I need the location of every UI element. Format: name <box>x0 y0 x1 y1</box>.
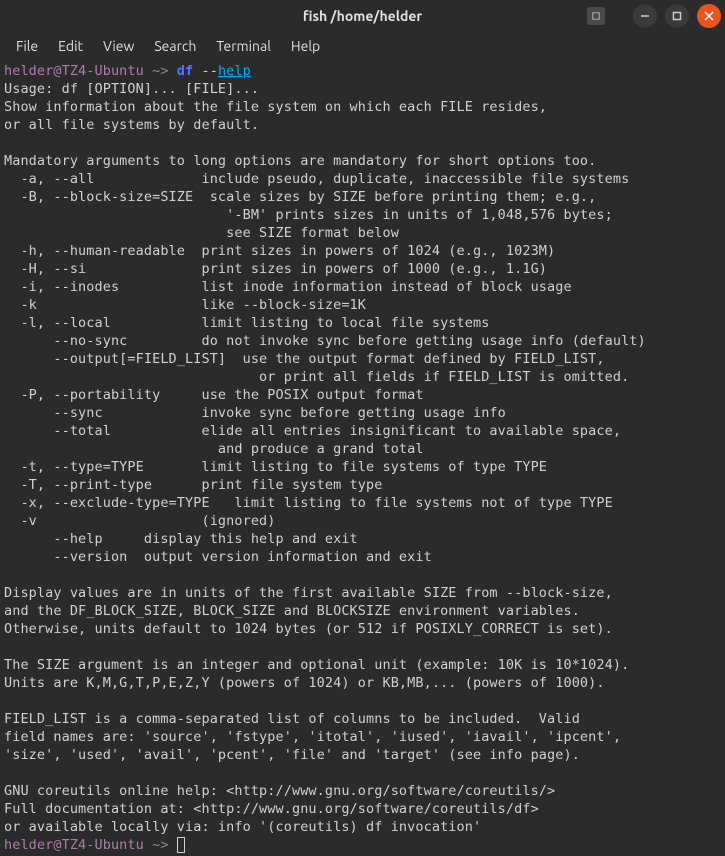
output-line: Show information about the file system o… <box>4 99 547 115</box>
command-name: df <box>177 63 193 79</box>
output-line: field names are: 'source', 'fstype', 'it… <box>4 729 621 745</box>
prompt2-separator: ~> <box>144 837 177 853</box>
output-line: -i, --inodes list inode information inst… <box>4 279 572 295</box>
output-line: Mandatory arguments to long options are … <box>4 153 596 169</box>
output-line: -h, --human-readable print sizes in powe… <box>4 243 555 259</box>
prompt-separator: ~> <box>144 63 177 79</box>
prompt2-user-host: helder@TZ4-Ubuntu <box>4 837 144 853</box>
output-line: --total elide all entries insignificant … <box>4 423 621 439</box>
output-line: Usage: df [OPTION]... [FILE]... <box>4 81 259 97</box>
flag-name: help <box>218 63 251 79</box>
output-line: Otherwise, units default to 1024 bytes (… <box>4 621 613 637</box>
output-line: and produce a grand total <box>4 441 424 457</box>
titlebar: fish /home/helder <box>0 0 725 32</box>
output-line: -v (ignored) <box>4 513 276 529</box>
output-line: see SIZE format below <box>4 225 399 241</box>
minimize-button[interactable] <box>633 4 657 28</box>
menu-search[interactable]: Search <box>144 34 206 58</box>
menu-edit[interactable]: Edit <box>48 34 93 58</box>
menu-terminal[interactable]: Terminal <box>206 34 281 58</box>
menu-file[interactable]: File <box>6 34 48 58</box>
flag-prefix: -- <box>193 63 218 79</box>
output-line: -H, --si print sizes in powers of 1000 (… <box>4 261 547 277</box>
output-line: --output[=FIELD_LIST] use the output for… <box>4 351 605 367</box>
close-button[interactable] <box>697 4 721 28</box>
output-line: --version output version information and… <box>4 549 432 565</box>
output-line: -P, --portability use the POSIX output f… <box>4 387 424 403</box>
output-line: -a, --all include pseudo, duplicate, ina… <box>4 171 629 187</box>
output-line: Display values are in units of the first… <box>4 585 613 601</box>
menu-help[interactable]: Help <box>281 34 330 58</box>
output-line: -k like --block-size=1K <box>4 297 366 313</box>
output-line: Full documentation at: <http://www.gnu.o… <box>4 801 539 817</box>
output-line: or available locally via: info '(coreuti… <box>4 819 481 835</box>
cursor <box>177 837 185 853</box>
output-line: -B, --block-size=SIZE scale sizes by SIZ… <box>4 189 596 205</box>
new-tab-dropdown[interactable] <box>587 7 605 25</box>
output-line: Units are K,M,G,T,P,E,Z,Y (powers of 102… <box>4 675 605 691</box>
output-line: -l, --local limit listing to local file … <box>4 315 489 331</box>
menu-view[interactable]: View <box>93 34 144 58</box>
output-line: The SIZE argument is an integer and opti… <box>4 657 629 673</box>
output-line: --sync invoke sync before getting usage … <box>4 405 506 421</box>
output-line: FIELD_LIST is a comma-separated list of … <box>4 711 580 727</box>
output-line: 'size', 'used', 'avail', 'pcent', 'file'… <box>4 747 580 763</box>
menubar: File Edit View Search Terminal Help <box>0 32 725 60</box>
window-controls <box>633 4 721 28</box>
output-line: or all file systems by default. <box>4 117 259 133</box>
prompt-user-host: helder@TZ4-Ubuntu <box>4 63 144 79</box>
terminal-content[interactable]: helder@TZ4-Ubuntu ~> df --help Usage: df… <box>0 60 725 856</box>
output-line: -T, --print-type print file system type <box>4 477 382 493</box>
maximize-button[interactable] <box>665 4 689 28</box>
output-line: -x, --exclude-type=TYPE limit listing to… <box>4 495 613 511</box>
output-line: or print all fields if FIELD_LIST is omi… <box>4 369 629 385</box>
output-line: -t, --type=TYPE limit listing to file sy… <box>4 459 547 475</box>
output-line: GNU coreutils online help: <http://www.g… <box>4 783 555 799</box>
output-line: --no-sync do not invoke sync before gett… <box>4 333 646 349</box>
output-line: --help display this help and exit <box>4 531 358 547</box>
window-title: fish /home/helder <box>303 8 422 24</box>
output-line: '-BM' prints sizes in units of 1,048,576… <box>4 207 613 223</box>
output-line: and the DF_BLOCK_SIZE, BLOCK_SIZE and BL… <box>4 603 580 619</box>
